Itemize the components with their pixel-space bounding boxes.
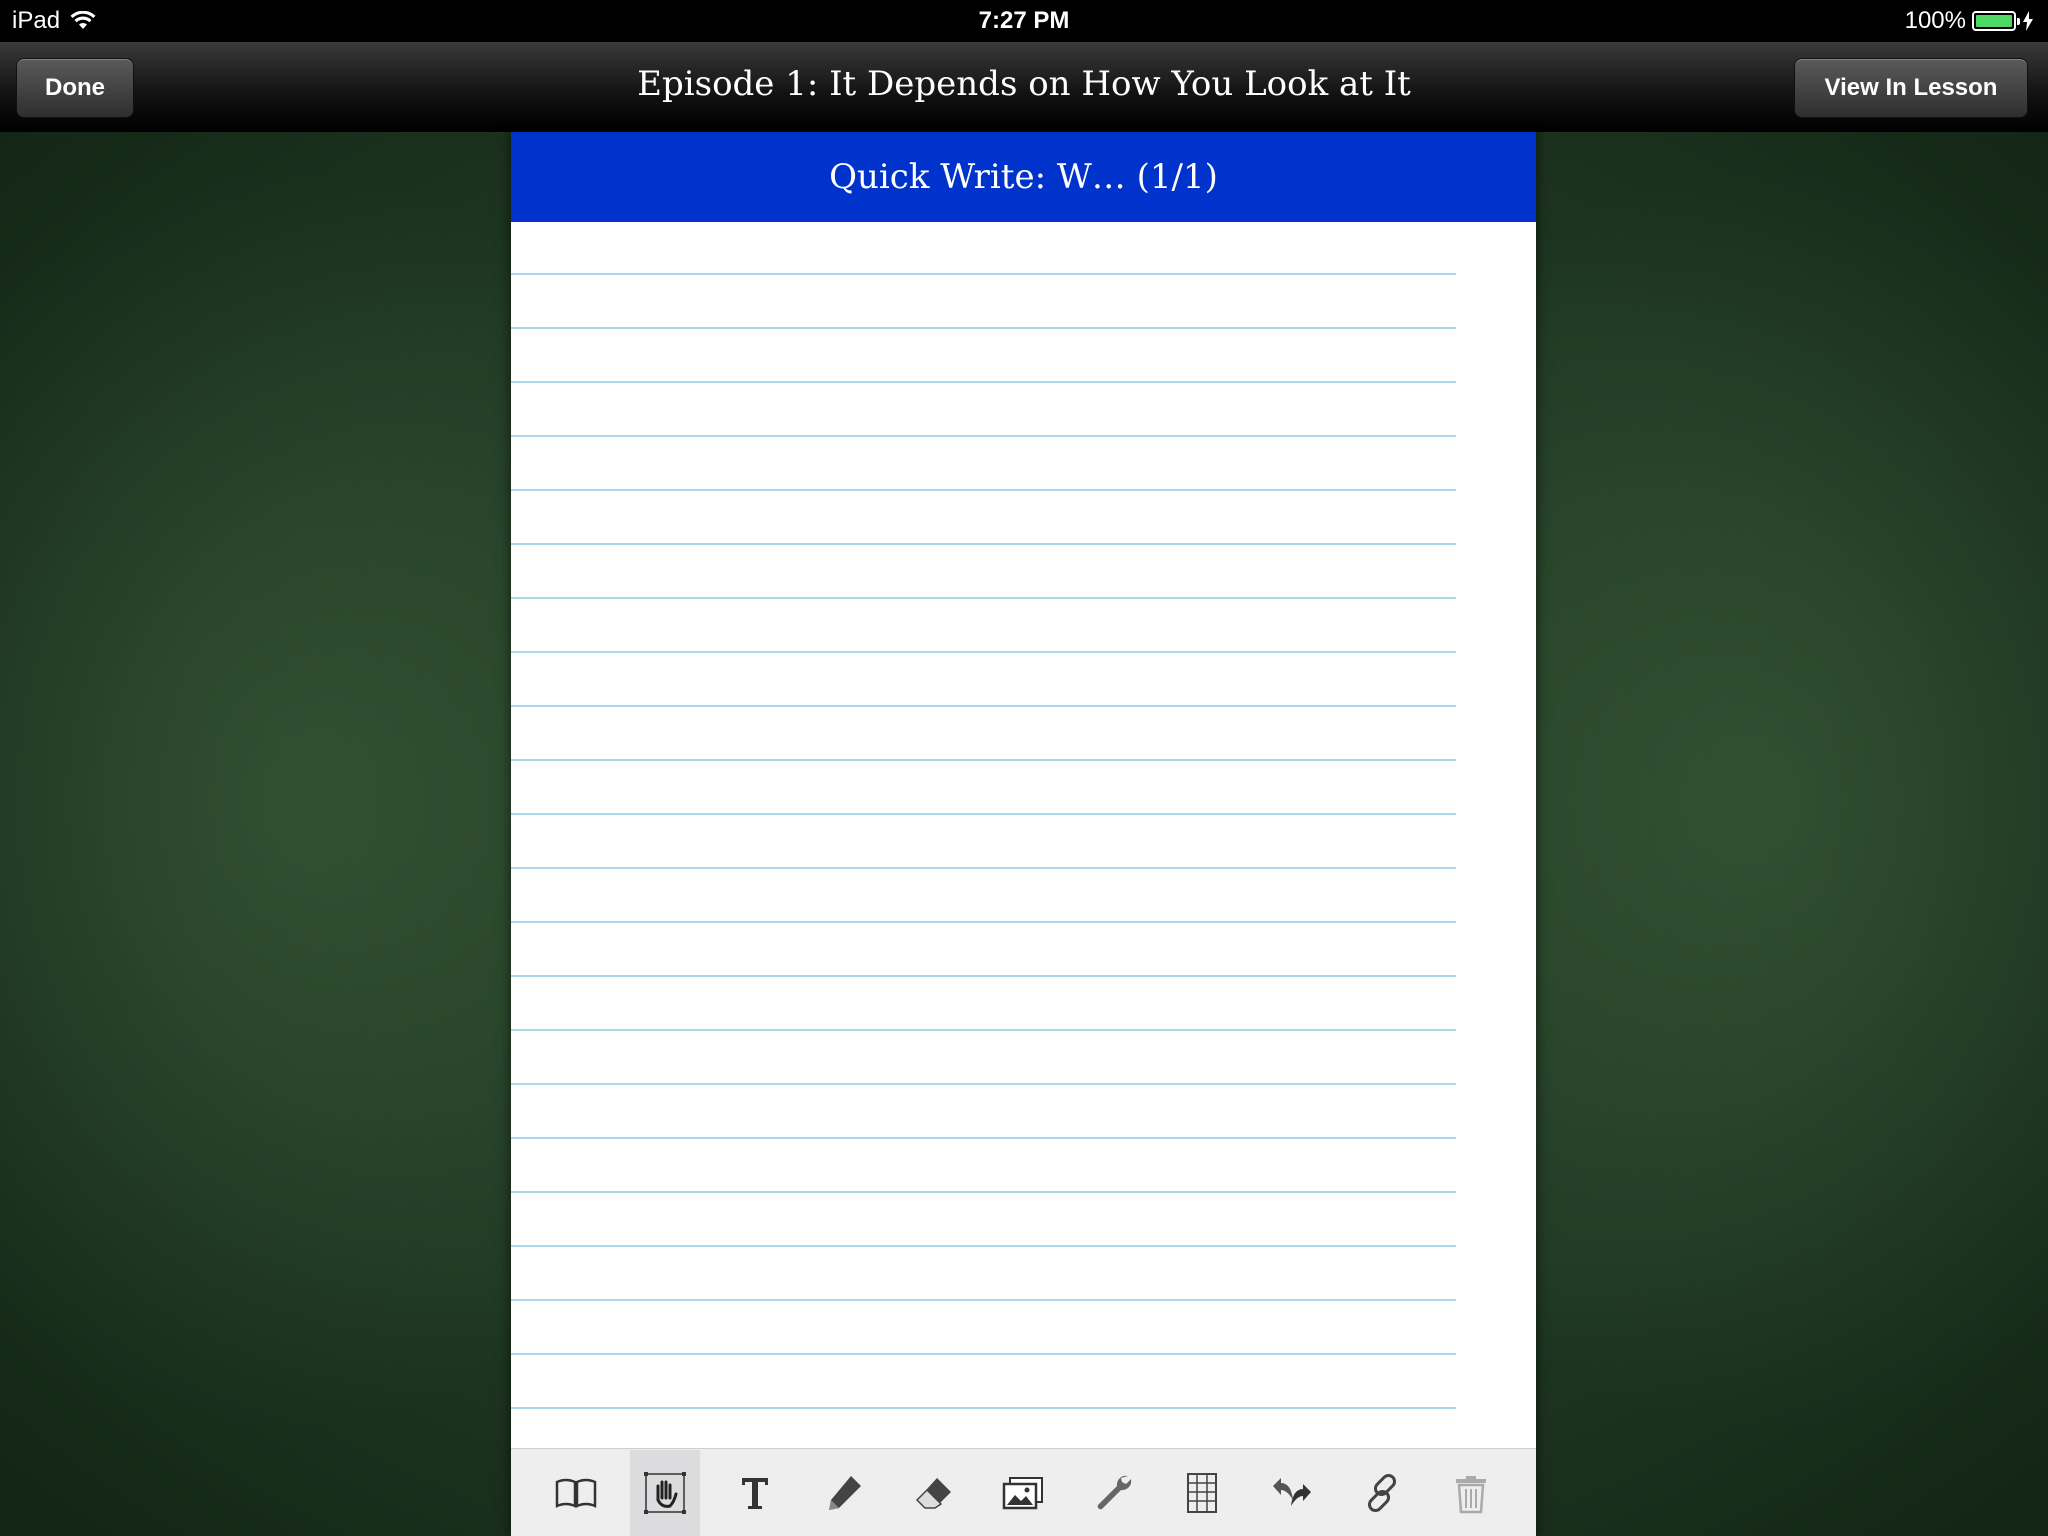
episode-title: Episode 1: It Depends on How You Look at…: [637, 64, 1411, 104]
eraser-icon: [915, 1477, 951, 1509]
status-bar: iPad 7:27 PM 100%: [0, 0, 2048, 42]
battery-percent: 100%: [1904, 7, 1966, 34]
view-in-lesson-button[interactable]: View In Lesson: [1794, 58, 2028, 118]
status-right: 100%: [1905, 7, 2034, 35]
trash-tool-button[interactable]: [1436, 1450, 1506, 1536]
navigation-bar: Done Episode 1: It Depends on How You Lo…: [0, 42, 2048, 132]
eraser-tool-button[interactable]: [899, 1450, 969, 1536]
book-tool-button[interactable]: [541, 1450, 611, 1536]
grid-tool-button[interactable]: [1167, 1450, 1237, 1536]
done-button[interactable]: Done: [16, 58, 134, 118]
link-tool-button[interactable]: [1347, 1450, 1417, 1536]
pencil-icon: [829, 1475, 862, 1510]
images-tool-button[interactable]: [988, 1450, 1058, 1536]
undo-redo-tool-button[interactable]: [1257, 1450, 1327, 1536]
undo-redo-icon: [1273, 1477, 1312, 1506]
pan-select-tool-button[interactable]: [630, 1449, 701, 1536]
page-header-title: Quick Write: W… (1/1): [511, 132, 1536, 222]
book-icon: [555, 1478, 597, 1508]
charging-bolt-icon: [2023, 11, 2033, 31]
wrench-tool-button[interactable]: [1078, 1450, 1148, 1536]
battery-icon: [1972, 11, 2020, 31]
tool-bar: [511, 1448, 1536, 1536]
trash-icon: [1456, 1475, 1487, 1513]
link-icon: [1367, 1473, 1396, 1512]
grid-icon: [1187, 1472, 1218, 1513]
wrench-icon: [1097, 1475, 1132, 1509]
pencil-tool-button[interactable]: [809, 1450, 879, 1536]
images-icon: [1003, 1476, 1044, 1509]
pan-select-icon: [644, 1471, 687, 1514]
text-icon: [741, 1477, 768, 1509]
notebook-page: Quick Write: W… (1/1): [511, 132, 1536, 1536]
writing-area[interactable]: [511, 222, 1456, 1536]
status-time: 7:27 PM: [978, 7, 1070, 34]
text-tool-button[interactable]: [720, 1450, 790, 1536]
